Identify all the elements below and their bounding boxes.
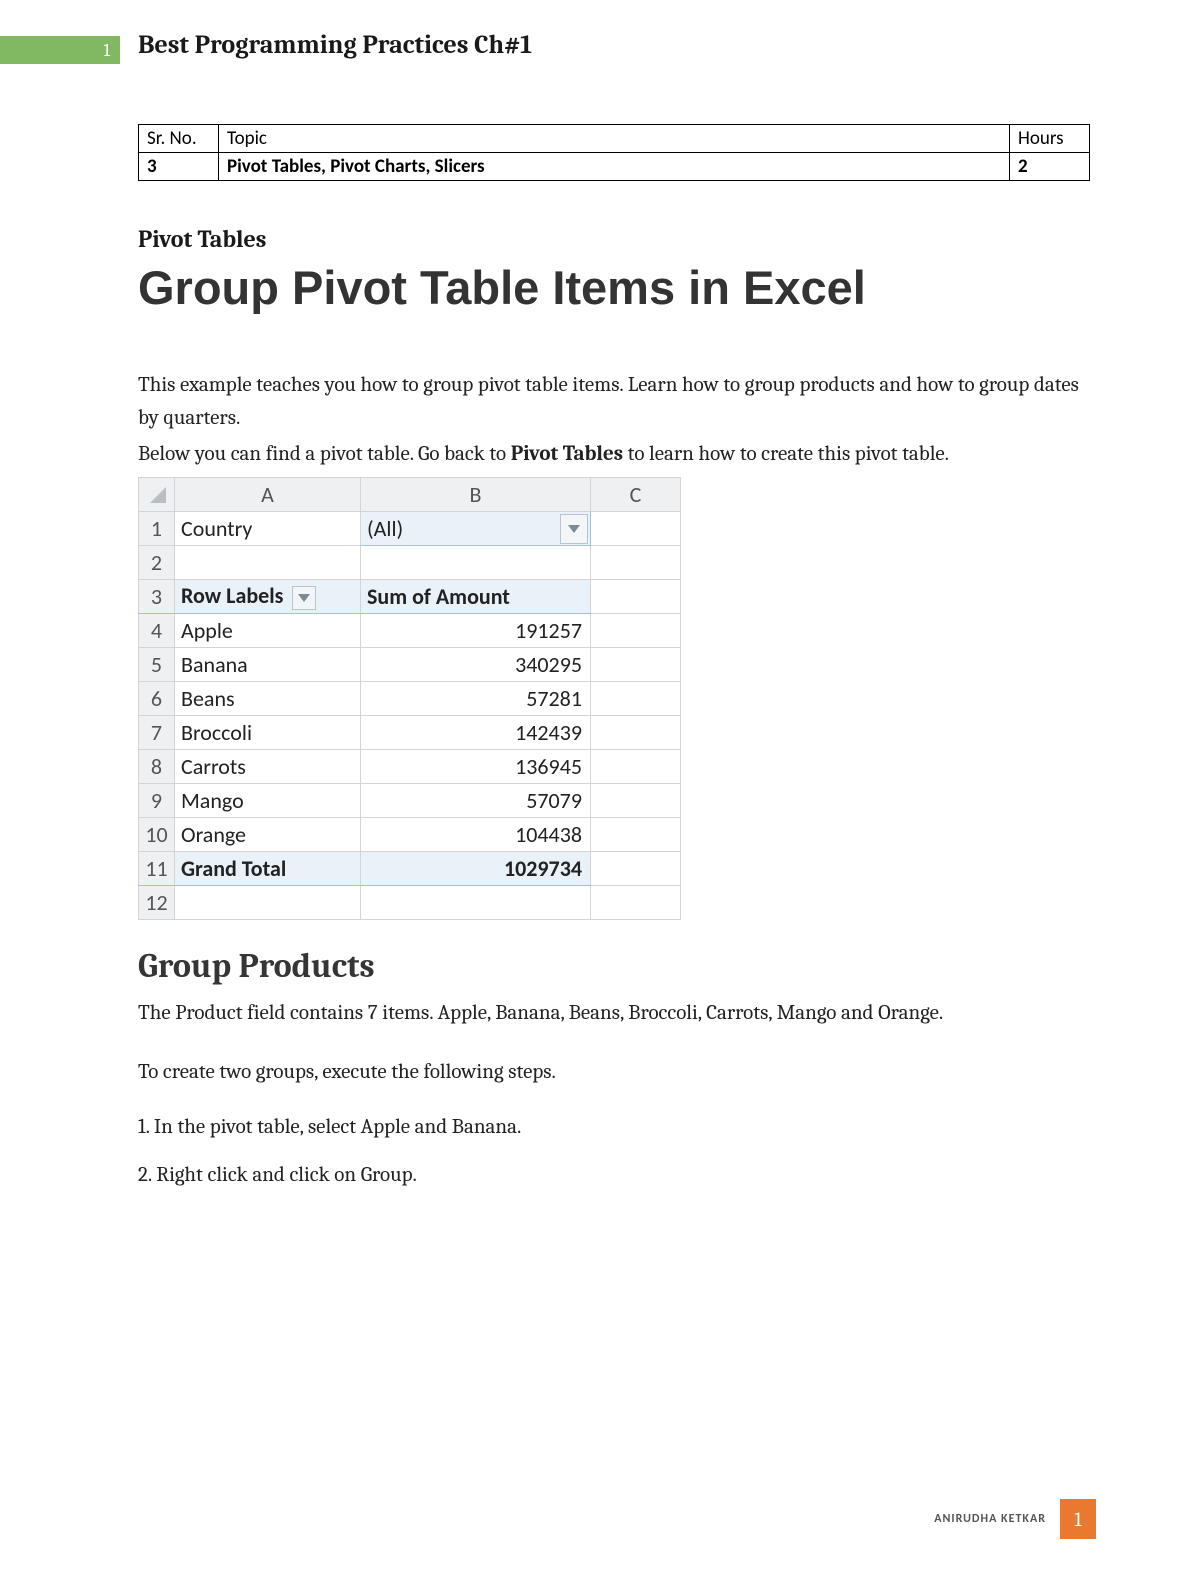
excel-col-header-a[interactable]: A — [175, 477, 361, 511]
excel-row: 6 Beans 57281 — [139, 681, 681, 715]
excel-cell[interactable]: Apple — [175, 613, 361, 647]
excel-cell-empty[interactable] — [591, 885, 681, 919]
filter-dropdown-button[interactable] — [560, 514, 588, 544]
excel-row-header[interactable]: 12 — [139, 885, 175, 919]
header-page-number: 1 — [103, 40, 110, 61]
excel-row: 8 Carrots 136945 — [139, 749, 681, 783]
td-topic: Pivot Tables, Pivot Charts, Slicers — [219, 153, 1010, 181]
excel-cell-empty[interactable] — [591, 783, 681, 817]
filter-value: (All) — [367, 515, 403, 542]
footer-page-badge: 1 — [1060, 1499, 1096, 1539]
intro-paragraph-1: This example teaches you how to group pi… — [138, 369, 1090, 434]
group-products-lead: To create two groups, execute the follow… — [138, 1055, 1090, 1091]
th-hours: Hours — [1010, 125, 1090, 153]
excel-cell[interactable]: 57079 — [361, 783, 591, 817]
excel-cell[interactable]: 191257 — [361, 613, 591, 647]
th-srno: Sr. No. — [139, 125, 219, 153]
td-hours: 2 — [1010, 153, 1090, 181]
excel-cell-empty[interactable] — [591, 851, 681, 885]
excel-row: 10 Orange 104438 — [139, 817, 681, 851]
excel-row: 12 — [139, 885, 681, 919]
excel-row: 5 Banana 340295 — [139, 647, 681, 681]
excel-cell-grand-label[interactable]: Grand Total — [175, 851, 361, 885]
excel-cell-empty[interactable] — [591, 579, 681, 613]
excel-cell[interactable]: 104438 — [361, 817, 591, 851]
excel-cell-grand-value[interactable]: 1029734 — [361, 851, 591, 885]
excel-select-all-corner[interactable] — [139, 477, 175, 511]
excel-cell-filter[interactable]: (All) — [361, 511, 591, 545]
excel-cell[interactable]: 57281 — [361, 681, 591, 715]
excel-row: 7 Broccoli 142439 — [139, 715, 681, 749]
excel-cell-empty[interactable] — [591, 715, 681, 749]
excel-col-header-c[interactable]: C — [591, 477, 681, 511]
excel-cell[interactable]: 142439 — [361, 715, 591, 749]
excel-cell-empty[interactable] — [361, 885, 591, 919]
page-footer: ANIRUDHA KETKAR 1 — [934, 1499, 1096, 1539]
excel-cell[interactable]: Carrots — [175, 749, 361, 783]
table-row: 3 Pivot Tables, Pivot Charts, Slicers 2 — [139, 153, 1090, 181]
excel-cell[interactable]: 340295 — [361, 647, 591, 681]
footer-page-number: 1 — [1074, 1508, 1081, 1531]
excel-cell-empty[interactable] — [591, 511, 681, 545]
excel-row: 2 — [139, 545, 681, 579]
step-2: 2. Right click and click on Group. — [138, 1163, 1090, 1187]
excel-cell[interactable]: Banana — [175, 647, 361, 681]
topic-table: Sr. No. Topic Hours 3 Pivot Tables, Pivo… — [138, 124, 1090, 181]
excel-cell[interactable]: Broccoli — [175, 715, 361, 749]
page-title: Group Pivot Table Items in Excel — [138, 261, 1090, 315]
excel-row-header[interactable]: 2 — [139, 545, 175, 579]
excel-cell-empty[interactable] — [591, 647, 681, 681]
rowlabels-dropdown-button[interactable] — [292, 586, 316, 610]
excel-cell-empty[interactable] — [591, 613, 681, 647]
intro-p2-bold: Pivot Tables — [511, 442, 623, 466]
header-page-badge: 1 — [0, 36, 120, 64]
excel-row-pivot-header: 3 Row Labels Sum of Amount — [139, 579, 681, 613]
intro-p2-pre: Below you can find a pivot table. Go bac… — [138, 442, 511, 466]
group-products-heading: Group Products — [138, 946, 1090, 986]
excel-cell-rowlabels[interactable]: Row Labels — [175, 579, 361, 613]
excel-pivot-screenshot: A B C 1 Country (All) 2 — [138, 477, 681, 920]
excel-cell-empty[interactable] — [591, 681, 681, 715]
excel-cell-empty[interactable] — [175, 545, 361, 579]
rowlabels-text: Row Labels — [181, 582, 283, 609]
td-srno: 3 — [139, 153, 219, 181]
section-label: Pivot Tables — [138, 225, 1090, 253]
page-header: 1 Best Programming Practices Ch#1 — [0, 30, 1200, 64]
chevron-down-icon — [568, 525, 580, 533]
intro-p2-post: to learn how to create this pivot table. — [623, 442, 949, 466]
excel-row-header[interactable]: 10 — [139, 817, 175, 851]
group-products-intro: The Product field contains 7 items. Appl… — [138, 996, 1090, 1032]
excel-cell[interactable]: Orange — [175, 817, 361, 851]
excel-cell-sumheader[interactable]: Sum of Amount — [361, 579, 591, 613]
step-1: 1. In the pivot table, select Apple and … — [138, 1115, 1090, 1139]
excel-cell[interactable]: Beans — [175, 681, 361, 715]
excel-cell-empty[interactable] — [591, 749, 681, 783]
excel-row: 4 Apple 191257 — [139, 613, 681, 647]
excel-cell-empty[interactable] — [591, 817, 681, 851]
excel-row-header[interactable]: 8 — [139, 749, 175, 783]
excel-row: 1 Country (All) — [139, 511, 681, 545]
excel-cell-empty[interactable] — [361, 545, 591, 579]
excel-row-header[interactable]: 6 — [139, 681, 175, 715]
excel-row-header[interactable]: 11 — [139, 851, 175, 885]
excel-col-header-b[interactable]: B — [361, 477, 591, 511]
excel-cell[interactable]: Country — [175, 511, 361, 545]
footer-author: ANIRUDHA KETKAR — [934, 1512, 1046, 1526]
excel-row-header[interactable]: 1 — [139, 511, 175, 545]
excel-row-header[interactable]: 7 — [139, 715, 175, 749]
excel-cell-empty[interactable] — [175, 885, 361, 919]
excel-row-header[interactable]: 9 — [139, 783, 175, 817]
excel-row-header[interactable]: 3 — [139, 579, 175, 613]
excel-row-header[interactable]: 5 — [139, 647, 175, 681]
intro-paragraph-2: Below you can find a pivot table. Go bac… — [138, 438, 1090, 471]
excel-row-header[interactable]: 4 — [139, 613, 175, 647]
excel-row-grand-total: 11 Grand Total 1029734 — [139, 851, 681, 885]
chevron-down-icon — [298, 594, 310, 602]
excel-cell[interactable]: 136945 — [361, 749, 591, 783]
excel-cell-empty[interactable] — [591, 545, 681, 579]
excel-row: 9 Mango 57079 — [139, 783, 681, 817]
chapter-title: Best Programming Practices Ch#1 — [138, 30, 532, 64]
th-topic: Topic — [219, 125, 1010, 153]
excel-cell[interactable]: Mango — [175, 783, 361, 817]
